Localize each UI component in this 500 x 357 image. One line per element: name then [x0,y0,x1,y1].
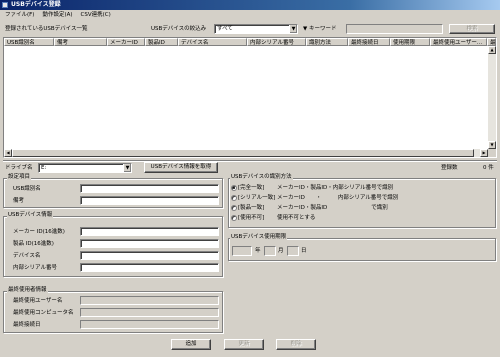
col-header-product-id[interactable]: 製品ID [145,38,178,46]
menu-file[interactable]: ファイル(F) [2,10,37,20]
delete-button[interactable]: 削除 [276,339,316,350]
get-device-info-button[interactable]: USBデバイス情報を取得 [144,162,218,173]
expiry-month-label: 月 [278,248,284,254]
col-header-maker-id[interactable]: メーカーID [107,38,145,46]
usb-name-label: USB識別名 [13,186,41,192]
option-exact-match-name[interactable]: [完全一致] [238,184,264,193]
option-product-match-desc: メーカーID・製品ID で識別 [277,205,388,211]
last-computer-label: 最終使用コンピュータ名 [13,310,74,316]
usb-name-input[interactable] [80,184,219,193]
count-label: 登録数 [441,165,458,171]
app-icon [2,2,8,8]
product-id-input[interactable] [80,239,219,248]
drive-label: ドライブ名 [5,165,33,171]
option-disabled-name[interactable]: [使用不可] [238,214,264,223]
maker-id-label: メーカー ID(16進数) [13,229,65,235]
device-list-table[interactable]: USB識別名 備考 メーカーID 製品ID デバイス名 内部シリアル番号 識別方… [3,37,497,158]
filter-select[interactable]: すべて ▼ [214,24,298,34]
scroll-down-icon[interactable]: ▼ [488,141,496,149]
list-title: 登録されているUSBデバイス一覧 [5,26,88,32]
keyword-label-text: キーワード [308,26,337,32]
col-header-last-truncated[interactable]: 最終 [487,38,496,46]
serial-label: 内部シリアル番号 [13,265,57,271]
scroll-up-icon[interactable]: ▲ [488,46,496,54]
maker-id-input[interactable] [80,227,219,236]
note-label: 備考 [13,198,25,204]
update-button[interactable]: 更新 [224,339,264,350]
col-header-last-connect[interactable]: 最終接続日 [348,38,390,46]
last-connect-label: 最終接続日 [13,322,41,328]
filter-select-value: すべて [217,26,233,32]
option-product-match-name[interactable]: [製品一致] [238,204,264,213]
scroll-thumb[interactable] [12,149,474,157]
col-header-device-name[interactable]: デバイス名 [178,38,247,46]
menu-settings[interactable]: 動作設定(A) [39,10,75,20]
option-disabled-desc: 使用不可とする [277,215,316,221]
expiry-month-field [264,246,276,256]
product-id-label: 製品 ID(16進数) [13,241,54,247]
radio-exact-match[interactable] [231,185,237,191]
menu-csv[interactable]: CSV連携(C) [78,10,114,20]
title-bar: USBデバイス登録 [0,0,500,10]
menu-bar: ファイル(F) 動作設定(A) CSV連携(C) [0,10,500,20]
divider [3,160,497,162]
expiry-year-field [232,246,252,256]
vertical-scrollbar[interactable]: ▲ ▼ [488,46,496,149]
expiry-day-label: 日 [301,248,307,254]
filter-label: USBデバイスの絞込み [151,26,207,32]
col-header-serial[interactable]: 内部シリアル番号 [247,38,306,46]
add-button[interactable]: 追加 [171,339,211,350]
last-user-field [80,296,219,305]
col-header-note[interactable]: 備考 [54,38,107,46]
col-header-identify-method[interactable]: 識別方法 [306,38,348,46]
expiry-day-field [287,246,299,256]
device-info-group-title: USBデバイス情報 [7,212,54,219]
option-serial-match-name[interactable]: [シリアル一致] [238,194,275,203]
chevron-down-icon[interactable]: ▼ [123,164,131,172]
keyword-bullet: ▼ [303,26,308,32]
settings-group-title: 設定項目 [7,174,32,181]
device-name-input[interactable] [80,251,219,260]
col-header-last-user[interactable]: 最終使用ユーザー... [430,38,487,46]
drive-select-value: E: [41,165,47,171]
radio-disabled[interactable] [231,215,237,221]
scroll-corner [488,149,496,157]
search-button[interactable]: 検索 [449,24,495,34]
radio-product-match[interactable] [231,205,237,211]
note-input[interactable] [80,196,219,205]
device-name-label: デバイス名 [13,253,41,259]
scroll-right-icon[interactable]: ▶ [480,149,488,157]
window-title: USBデバイス登録 [11,1,61,8]
col-header-usb-name[interactable]: USB識別名 [4,38,54,46]
keyword-input[interactable] [346,24,443,34]
last-user-label: 最終使用ユーザー名 [13,298,63,304]
keyword-label: ▼ キーワード [303,25,337,34]
last-user-group-title: 最終使用者情報 [7,287,48,294]
identify-method-group-title: USBデバイスの識別方法 [230,174,293,181]
expiry-group-title: USBデバイス使用期限 [230,234,288,241]
option-serial-match-desc: メーカーID ・ 内部シリアル番号で識別 [277,195,399,201]
radio-serial-match[interactable] [231,195,237,201]
last-connect-field [80,320,219,329]
horizontal-scrollbar[interactable]: ◀ ▶ [4,149,488,157]
col-header-expiry[interactable]: 使用期限 [390,38,430,46]
scroll-left-icon[interactable]: ◀ [4,149,12,157]
chevron-down-icon[interactable]: ▼ [289,25,297,33]
expiry-year-label: 年 [255,248,261,254]
last-computer-field [80,308,219,317]
count-value: 0 件 [483,165,494,171]
drive-select[interactable]: E: ▼ [38,163,132,173]
serial-input[interactable] [80,263,219,272]
option-exact-match-desc: メーカーID・製品ID・内部シリアル番号で識別 [277,185,394,191]
